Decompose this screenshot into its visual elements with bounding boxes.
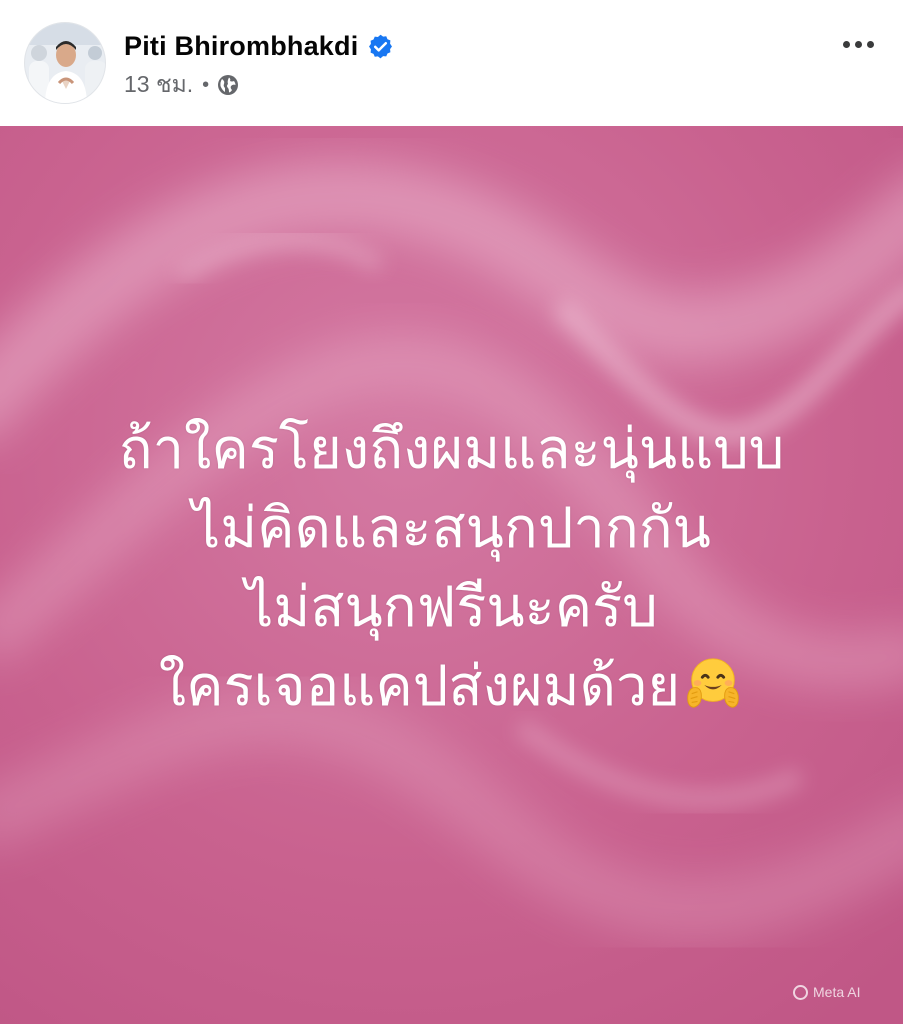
meta-ai-icon: [793, 984, 808, 1000]
watermark-label: Meta AI: [813, 984, 861, 1000]
globe-icon[interactable]: [216, 73, 240, 97]
author-avatar[interactable]: [24, 22, 106, 104]
post-text-line: ใครเจอแคปส่งผมด้วย: [158, 654, 681, 719]
more-options-icon-dot: [866, 40, 874, 48]
more-options-button[interactable]: [834, 26, 882, 62]
post-text-line: ไม่คิดและสนุกปากกัน: [192, 496, 711, 561]
post-text: ถ้าใครโยงถึงผมและนุ่นแบบ ไม่คิดและสนุกปา…: [0, 410, 903, 726]
post-meta: 13 ชม. •: [124, 70, 240, 100]
hugging-face-emoji-icon: [682, 653, 744, 715]
post-background[interactable]: ถ้าใครโยงถึงผมและนุ่นแบบ ไม่คิดและสนุกปา…: [0, 126, 903, 1024]
post-text-line: ถ้าใครโยงถึงผมและนุ่นแบบ: [118, 417, 785, 482]
post-text-line-with-emoji: ใครเจอแคปส่งผมด้วย: [0, 647, 903, 726]
post-timestamp[interactable]: 13 ชม.: [124, 67, 193, 103]
verified-badge-icon: [367, 33, 394, 60]
meta-separator: •: [202, 73, 210, 96]
more-options-icon-dot: [854, 40, 862, 48]
avatar-photo-icon: [25, 23, 105, 103]
post-header: Piti Bhirombhakdi 13 ชม. •: [0, 0, 903, 126]
author-name[interactable]: Piti Bhirombhakdi: [124, 31, 358, 62]
more-options-icon-dot: [842, 40, 850, 48]
author-row: Piti Bhirombhakdi: [124, 28, 394, 64]
post-text-line: ไม่สนุกฟรีนะครับ: [245, 575, 658, 640]
meta-ai-watermark: Meta AI: [793, 984, 860, 1000]
